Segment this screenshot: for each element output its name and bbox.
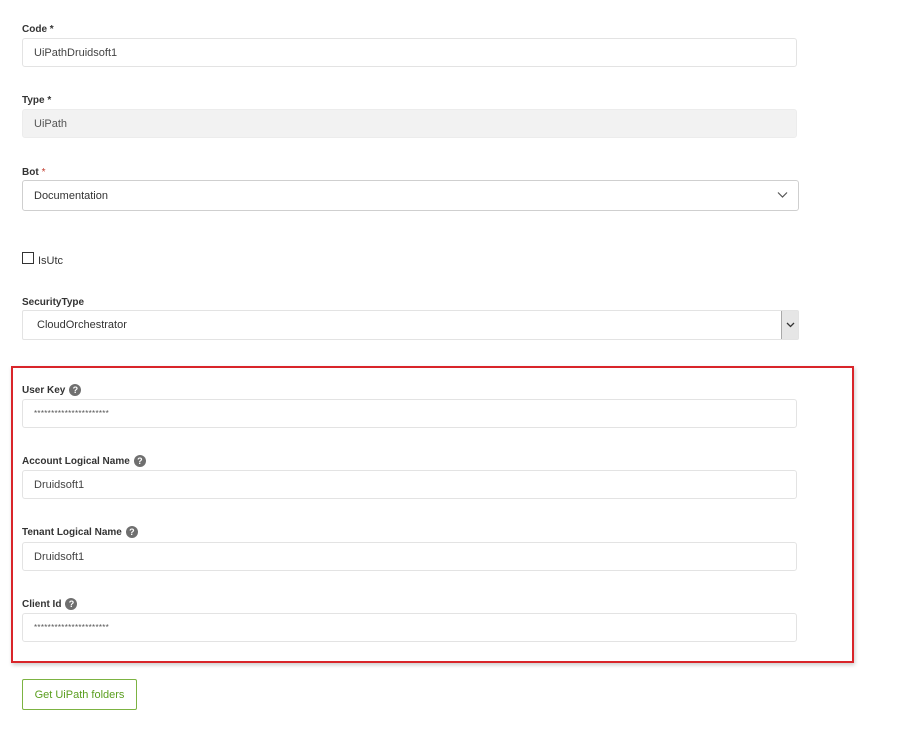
bot-value: Documentation bbox=[34, 189, 108, 202]
security-type-value: CloudOrchestrator bbox=[37, 319, 127, 331]
question-circle-icon[interactable]: ? bbox=[65, 598, 78, 610]
account-logical-name-value: Druidsoft1 bbox=[34, 478, 85, 491]
security-type-dropdown-button[interactable] bbox=[781, 311, 798, 339]
code-value: UiPathDruidsoft1 bbox=[34, 46, 118, 59]
required-mark: * bbox=[41, 167, 46, 178]
question-circle-icon[interactable]: ? bbox=[69, 384, 82, 396]
get-uipath-folders-button[interactable]: Get UiPath folders bbox=[22, 679, 137, 710]
type-label: Type * bbox=[22, 95, 51, 106]
user-key-input[interactable]: ********************** bbox=[22, 399, 797, 428]
code-label-text: Code bbox=[22, 24, 47, 35]
tenant-logical-name-input[interactable]: Druidsoft1 bbox=[22, 542, 797, 571]
chevron-down-icon bbox=[786, 322, 794, 328]
code-label: Code * bbox=[22, 24, 54, 35]
client-id-value: ********************** bbox=[34, 623, 110, 632]
tenant-logical-name-label: Tenant Logical Name ? bbox=[22, 526, 138, 538]
is-utc-label: IsUtc bbox=[38, 255, 64, 267]
security-type-label-text: SecurityType bbox=[22, 297, 85, 308]
user-key-label-text: User Key bbox=[22, 384, 66, 396]
type-value: UiPath bbox=[34, 117, 68, 130]
bot-label-text: Bot bbox=[22, 167, 39, 178]
user-key-value: ********************** bbox=[34, 409, 110, 418]
client-id-label-text: Client Id bbox=[22, 598, 62, 610]
tenant-logical-name-label-text: Tenant Logical Name bbox=[22, 526, 122, 538]
security-type-label: SecurityType bbox=[22, 297, 84, 308]
client-id-label: Client Id ? bbox=[22, 598, 78, 610]
client-id-input[interactable]: ********************** bbox=[22, 613, 797, 642]
question-circle-icon[interactable]: ? bbox=[133, 455, 146, 467]
account-logical-name-label-text: Account Logical Name bbox=[22, 455, 130, 467]
account-logical-name-input[interactable]: Druidsoft1 bbox=[22, 470, 797, 499]
bot-select[interactable]: Documentation bbox=[22, 180, 799, 211]
question-circle-icon[interactable]: ? bbox=[125, 526, 138, 538]
tenant-logical-name-value: Druidsoft1 bbox=[34, 550, 85, 563]
required-mark: * bbox=[47, 95, 52, 106]
type-input: UiPath bbox=[22, 109, 797, 138]
bot-label: Bot * bbox=[22, 167, 46, 178]
code-input[interactable]: UiPathDruidsoft1 bbox=[22, 38, 797, 67]
security-type-select[interactable]: CloudOrchestrator bbox=[22, 310, 799, 340]
account-logical-name-label: Account Logical Name ? bbox=[22, 455, 146, 467]
is-utc-checkbox[interactable] bbox=[22, 252, 34, 264]
chevron-down-icon bbox=[777, 192, 788, 198]
required-mark: * bbox=[49, 24, 54, 35]
user-key-label: User Key ? bbox=[22, 384, 82, 396]
type-label-text: Type bbox=[22, 95, 45, 106]
